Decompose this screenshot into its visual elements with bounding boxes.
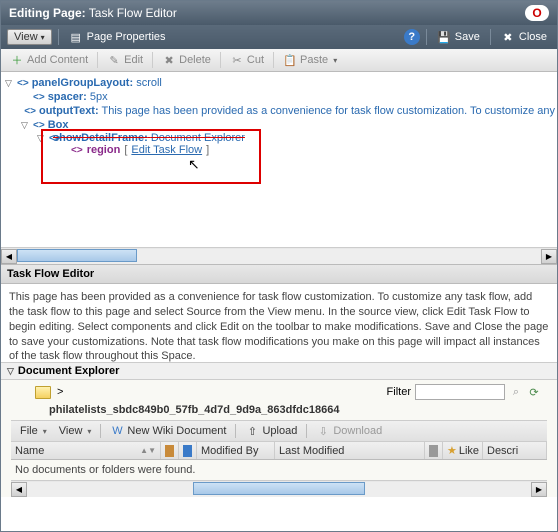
separator (152, 52, 153, 68)
delete-button[interactable]: ✖ Delete (157, 51, 216, 69)
add-content-button[interactable]: ＋ Add Content (5, 51, 93, 69)
doc-hscrollbar[interactable]: ◀ ▶ (11, 480, 547, 497)
separator (220, 52, 221, 68)
filter-label: Filter (387, 386, 411, 398)
breadcrumb: > Filter ⌕ ⟳ (1, 380, 557, 404)
tree-hscrollbar[interactable]: ◀ ▶ (1, 247, 557, 264)
flag-icon (429, 445, 438, 457)
properties-icon: ▤ (69, 30, 83, 44)
col-last-modified[interactable]: Last Modified (275, 442, 425, 459)
folder-icon[interactable] (35, 386, 51, 399)
component-icon: <> (33, 92, 45, 103)
title-bar: Editing Page: Task Flow Editor O (1, 1, 557, 25)
view-icon (165, 445, 174, 457)
panel-header: Task Flow Editor (1, 264, 557, 284)
tree-node[interactable]: ▽ <> panelGroupLayout: scroll (3, 76, 555, 90)
component-icon: <> (17, 78, 29, 89)
cut-button[interactable]: ✂ Cut (225, 51, 269, 69)
lock-icon (183, 445, 192, 457)
region-node[interactable]: <> region [ Edit Task Flow ] ↖ (43, 144, 259, 156)
star-icon: ★ (447, 444, 457, 457)
separator (306, 424, 307, 438)
col-icon[interactable] (161, 442, 179, 459)
download-button[interactable]: ⇩ Download (311, 423, 387, 439)
separator (273, 52, 274, 68)
tree-node[interactable]: showDetailFrame: Document Explorer (53, 132, 245, 144)
document-explorer-header[interactable]: ▽ Document Explorer (1, 362, 557, 380)
close-button[interactable]: ✖ Close (497, 28, 551, 46)
col-like[interactable]: ★Like (443, 442, 483, 459)
folder-path: philatelists_sbdc849b0_57fb_4d7d_9d9a_86… (1, 404, 557, 420)
cursor-icon: ↖ (188, 156, 200, 173)
add-icon: ＋ (10, 53, 24, 67)
separator (490, 29, 491, 45)
cut-icon: ✂ (230, 53, 244, 67)
sort-icon[interactable]: ▲▼ (140, 446, 156, 455)
page-properties-button[interactable]: ▤ Page Properties (65, 28, 170, 46)
edit-toolbar: ＋ Add Content ✎ Edit ✖ Delete ✂ Cut 📋 Pa… (1, 49, 557, 72)
empty-message: No documents or folders were found. (1, 460, 557, 480)
col-icon[interactable] (179, 442, 197, 459)
document-explorer-body: > Filter ⌕ ⟳ philatelists_sbdc849b0_57fb… (1, 380, 557, 497)
collapse-icon[interactable]: ▽ (19, 120, 30, 131)
region-icon: <> (71, 145, 83, 156)
doc-table-header: Name ▲▼ Modified By Last Modified ★Like … (11, 442, 547, 460)
delete-icon: ✖ (162, 53, 176, 67)
col-name[interactable]: Name ▲▼ (11, 442, 161, 459)
separator (100, 424, 101, 438)
help-icon[interactable]: ? (404, 29, 420, 45)
panel-description: This page has been provided as a conveni… (1, 284, 557, 362)
file-menu[interactable]: File (15, 424, 52, 438)
view-menu[interactable]: View (7, 29, 52, 45)
wiki-icon: W (110, 424, 124, 438)
save-icon: 💾 (437, 30, 451, 44)
region-label: region (87, 144, 121, 156)
upload-icon: ⇧ (245, 424, 259, 438)
new-wiki-button[interactable]: W New Wiki Document (105, 423, 231, 439)
scroll-left-icon[interactable]: ◀ (1, 249, 17, 264)
separator (235, 424, 236, 438)
paste-button[interactable]: 📋 Paste (278, 51, 342, 69)
col-modified-by[interactable]: Modified By (197, 442, 275, 459)
doc-toolbar: File View W New Wiki Document ⇧ Upload ⇩… (11, 420, 547, 442)
refresh-icon[interactable]: ⟳ (527, 385, 541, 399)
collapse-icon[interactable]: ▽ (7, 366, 14, 377)
scroll-right-icon[interactable]: ▶ (541, 249, 557, 264)
breadcrumb-sep: > (57, 386, 63, 398)
menu-bar: View ▤ Page Properties ? 💾 Save ✖ Close (1, 25, 557, 49)
collapse-icon[interactable]: ▽ (3, 78, 14, 89)
scroll-left-icon[interactable]: ◀ (11, 482, 27, 497)
highlight-box: showDetailFrame: Document Explorer <> re… (41, 129, 261, 184)
separator (426, 29, 427, 45)
download-icon: ⇩ (316, 424, 330, 438)
scroll-right-icon[interactable]: ▶ (531, 482, 547, 497)
panel-title: Task Flow Editor (7, 268, 94, 280)
save-button[interactable]: 💾 Save (433, 28, 484, 46)
separator (58, 29, 59, 45)
edit-button[interactable]: ✎ Edit (102, 51, 148, 69)
tree-node[interactable]: <> spacer: 5px (3, 90, 555, 104)
edit-task-flow-link[interactable]: Edit Task Flow (131, 144, 202, 156)
page-title: Editing Page: Task Flow Editor (9, 6, 177, 20)
separator (97, 52, 98, 68)
source-tree: ▽ <> panelGroupLayout: scroll <> spacer:… (1, 72, 557, 247)
component-icon: <> (49, 133, 61, 144)
col-description[interactable]: Descri (483, 442, 547, 459)
brand-logo: O (525, 5, 549, 21)
paste-icon: 📋 (283, 53, 297, 67)
close-icon: ✖ (501, 30, 515, 44)
filter-input[interactable] (415, 384, 505, 400)
upload-button[interactable]: ⇧ Upload (240, 423, 302, 439)
tree-node[interactable]: <> outputText: This page has been provid… (3, 104, 555, 118)
edit-icon: ✎ (107, 53, 121, 67)
view-menu[interactable]: View (54, 424, 97, 438)
col-icon[interactable] (425, 442, 443, 459)
search-icon[interactable]: ⌕ (509, 385, 523, 399)
component-icon: <> (24, 106, 36, 117)
